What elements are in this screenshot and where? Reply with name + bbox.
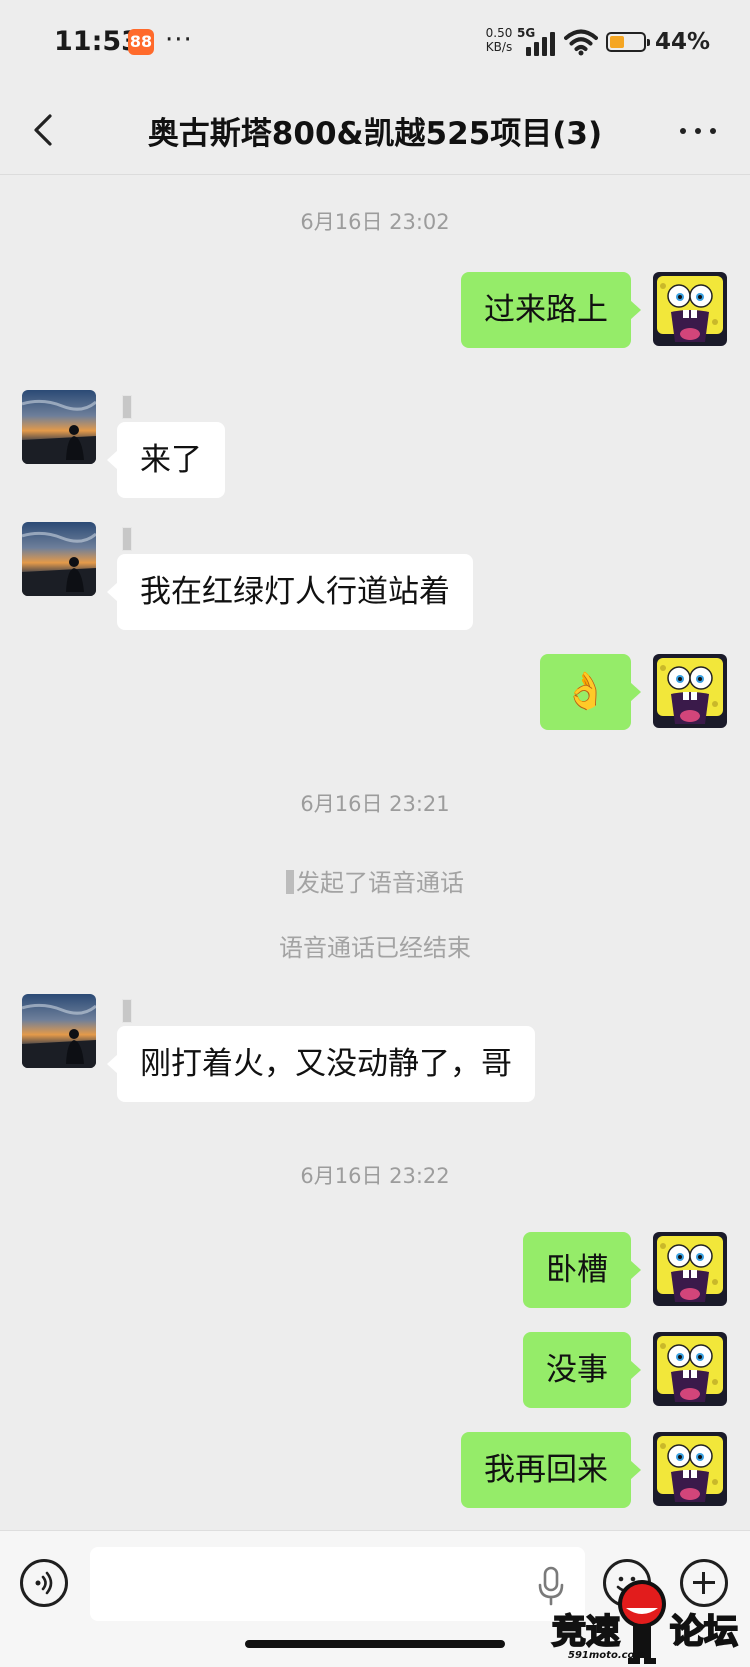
sender-avatar[interactable] [22,522,96,596]
wifi-icon [564,29,598,56]
system-message-call-ended: 语音通话已经结束 [279,934,471,962]
outgoing-message-bubble[interactable]: 我再回来 [461,1432,641,1508]
sender-nickname [122,999,132,1023]
system-message-text: 发起了语音通话 [296,869,464,897]
watermark-url: 591moto.com [568,1650,645,1661]
watermark-text-left: 竞速 [551,1611,621,1653]
self-avatar[interactable] [653,1232,727,1306]
watermark-text-right: 论坛 [669,1611,739,1653]
timestamp: 6月16日 23:22 [300,1164,450,1188]
chat-title: 奥古斯塔800&凯越525项目(3) [147,116,603,152]
outgoing-message-bubble[interactable]: 过来路上 [461,272,641,348]
signal-icon [526,30,556,56]
incoming-message-bubble[interactable]: 我在红绿灯人行道站着 [107,554,473,630]
caller-name [286,870,294,894]
outgoing-message-bubble[interactable]: 没事 [523,1332,641,1408]
sender-nickname [122,527,132,551]
battery-percent: 44% [655,29,711,55]
timestamp: 6月16日 23:02 [300,210,450,234]
incoming-message-bubble[interactable]: 刚打着火，又没动静了，哥 [107,1026,535,1102]
network-speed: 0.50 KB/s [482,26,516,54]
sender-nickname [122,395,132,419]
self-avatar[interactable] [653,1332,727,1406]
home-indicator[interactable] [245,1640,505,1648]
forum-watermark-logo: 竞速 论坛 591moto.com [551,1574,750,1666]
voice-icon[interactable] [20,1559,68,1607]
message-list[interactable]: 6月16日 23:02 过来路上 来了 我在红绿灯人行道站着 👌 6月16日 2… [0,175,750,1530]
sender-avatar[interactable] [22,390,96,464]
incoming-message-bubble[interactable]: 来了 [107,422,225,498]
more-dots-icon[interactable] [676,112,720,148]
self-avatar[interactable] [653,272,727,346]
self-avatar[interactable] [653,1432,727,1506]
app-notification-icon: 88 [128,29,154,55]
outgoing-message-bubble[interactable]: 卧槽 [523,1232,641,1308]
sender-avatar[interactable] [22,994,96,1068]
timestamp: 6月16日 23:21 [300,792,450,816]
network-speed-value: 0.50 [485,26,513,40]
battery-icon [606,32,650,52]
message-input[interactable] [90,1547,585,1621]
outgoing-message-bubble[interactable]: 👌 [540,654,641,730]
self-avatar[interactable] [653,654,727,728]
status-bar: 11:53 88 ··· 0.50 KB/s 5G 44% [0,0,750,86]
system-message-call-started: 发起了语音通话 [0,863,750,898]
chat-header: 奥古斯塔800&凯越525项目(3) [0,86,750,175]
more-notifications-icon: ··· [165,25,193,55]
chevron-left-icon[interactable] [26,110,66,150]
network-speed-unit: KB/s [485,40,513,54]
